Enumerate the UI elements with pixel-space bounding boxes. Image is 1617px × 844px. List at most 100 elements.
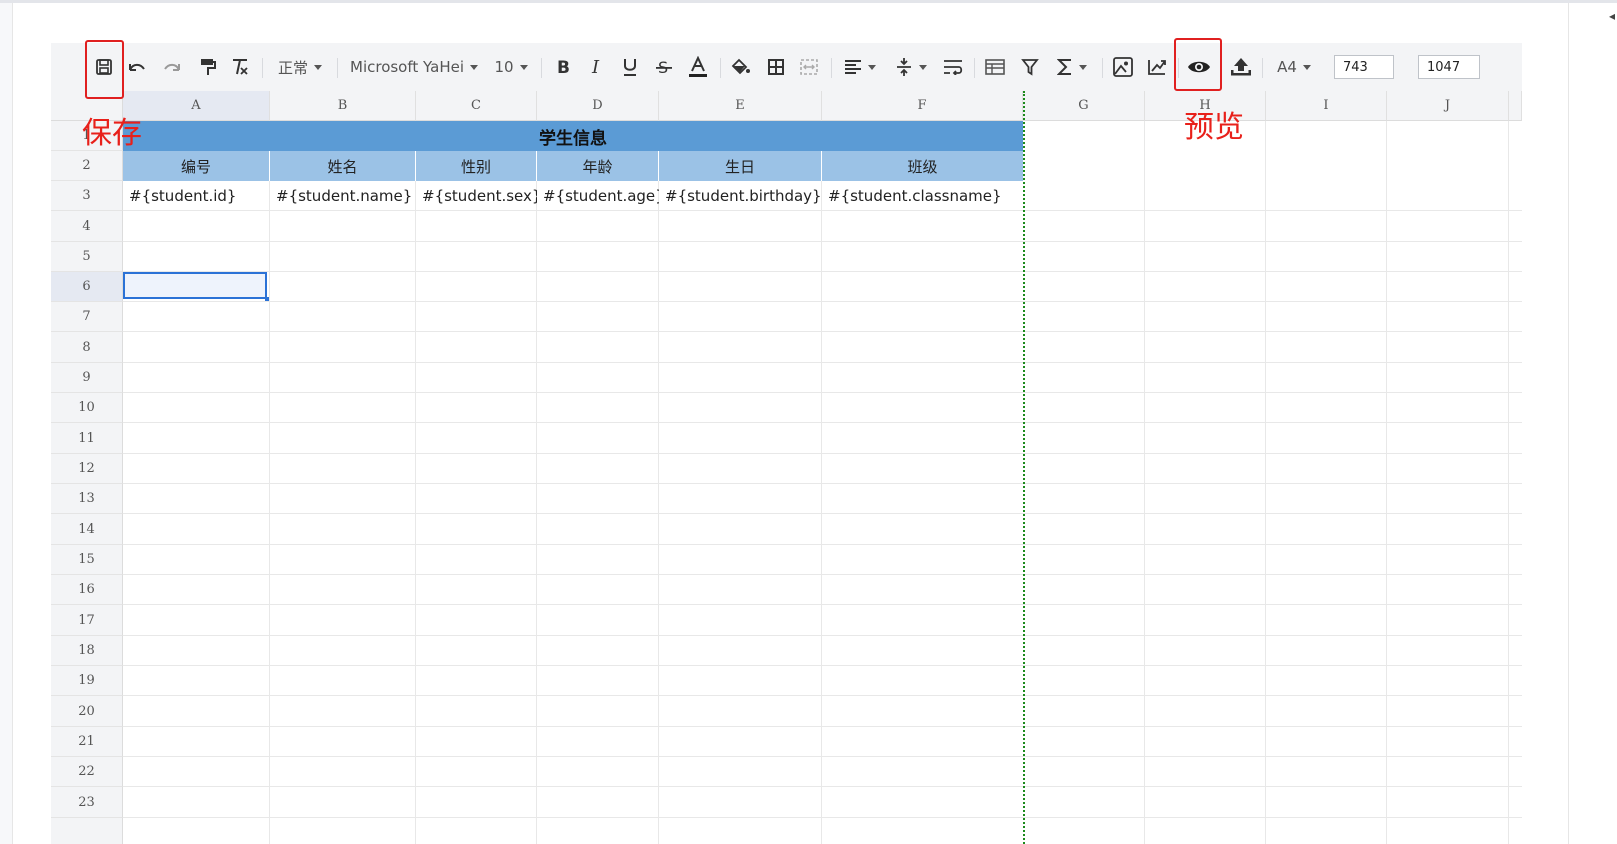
grid-line [123,392,1522,393]
border-icon[interactable] [763,43,789,91]
row-header-8[interactable]: 8 [51,332,123,363]
undo-icon[interactable] [124,43,150,91]
row-header-19[interactable]: 19 [51,666,123,696]
table-icon[interactable] [982,43,1008,91]
row-header-10[interactable]: 10 [51,393,123,423]
toolbar: 正常 Microsoft YaHei 10 B I S [51,43,1522,91]
upload-icon[interactable] [1228,43,1254,91]
separator [1262,58,1263,78]
font-size-label: 10 [494,58,514,76]
field-cell-age[interactable]: #{student.age} [537,181,659,211]
column-header-b[interactable]: B [270,91,416,121]
row-header-22[interactable]: 22 [51,757,123,787]
header-cell-sex[interactable]: 性别 [416,151,537,181]
row-header-16[interactable]: 16 [51,575,123,605]
wrap-text-icon[interactable] [940,43,966,91]
field-cell-name[interactable]: #{student.name} [270,181,416,211]
separator [337,58,338,78]
underline-icon[interactable] [617,43,643,91]
row-header-21[interactable]: 21 [51,727,123,757]
italic-icon[interactable]: I [584,43,610,91]
right-side-panel [1568,3,1617,844]
fill-handle[interactable] [265,297,269,301]
save-highlight-box [85,40,124,99]
column-header-c[interactable]: C [416,91,537,121]
image-icon[interactable] [1110,43,1136,91]
column-header-k[interactable] [1509,91,1522,121]
svg-text:B: B [557,58,570,76]
grid-line [123,574,1522,575]
field-cell-id[interactable]: #{student.id} [123,181,270,211]
row-header-4[interactable]: 4 [51,211,123,242]
strikethrough-icon[interactable]: S [651,43,677,91]
row-header-12[interactable]: 12 [51,454,123,484]
format-painter-icon[interactable] [194,43,220,91]
header-cell-age[interactable]: 年龄 [537,151,659,181]
row-header-15[interactable]: 15 [51,545,123,575]
row-header-24[interactable] [51,818,123,844]
sum-icon[interactable] [1051,43,1093,91]
font-select[interactable]: Microsoft YaHei [347,43,481,91]
row-header-9[interactable]: 9 [51,363,123,393]
column-header-f[interactable]: F [822,91,1023,121]
row-header-3[interactable]: 3 [51,181,123,211]
grid-line [123,483,1522,484]
paper-size-select[interactable]: A4 [1271,43,1317,91]
row-header-2[interactable]: 2 [51,151,123,181]
field-cell-birthday[interactable]: #{student.birthday} [659,181,822,211]
grid-line [123,301,1522,302]
grid-line [123,604,1522,605]
column-header-a[interactable]: A [123,91,270,121]
filter-icon[interactable] [1017,43,1043,91]
column-header-j[interactable]: J [1387,91,1509,121]
font-size-select[interactable]: 10 [491,43,531,91]
row-header-20[interactable]: 20 [51,696,123,727]
grid-line [123,544,1522,545]
fill-color-icon[interactable] [728,43,754,91]
column-header-i[interactable]: I [1266,91,1387,121]
clear-format-icon[interactable] [227,43,253,91]
separator [974,58,975,78]
column-header-d[interactable]: D [537,91,659,121]
save-annotation: 保存 [82,116,142,151]
page-height-input[interactable] [1418,55,1480,79]
sheet-title-cell[interactable]: 学生信息 [123,121,1023,151]
svg-text:I: I [591,58,600,76]
preview-annotation: 预览 [1184,110,1244,145]
column-header-g[interactable]: G [1023,91,1145,121]
grid-line [123,756,1522,757]
chart-icon[interactable] [1144,43,1170,91]
align-icon[interactable] [840,43,880,91]
grid-line [123,331,1522,332]
row-header-7[interactable]: 7 [51,302,123,332]
field-cell-sex[interactable]: #{student.sex} [416,181,537,211]
row-header-18[interactable]: 18 [51,636,123,666]
column-header-e[interactable]: E [659,91,822,121]
bold-icon[interactable]: B [550,43,576,91]
separator [1102,58,1103,78]
redo-icon[interactable] [159,43,185,91]
selected-cell[interactable] [123,272,267,299]
page-width-input[interactable] [1334,55,1394,79]
vertical-align-icon[interactable] [891,43,931,91]
row-header-6[interactable]: 6 [51,272,123,302]
chevron-down-icon [868,64,876,70]
row-header-5[interactable]: 5 [51,242,123,272]
text-color-icon[interactable] [685,43,711,91]
header-cell-class[interactable]: 班级 [822,151,1023,181]
collapse-arrow-icon[interactable]: ◂ [1609,10,1615,22]
row-header-13[interactable]: 13 [51,484,123,514]
row-header-17[interactable]: 17 [51,605,123,636]
row-header-11[interactable]: 11 [51,423,123,454]
grid-line [123,726,1522,727]
row-header-23[interactable]: 23 [51,787,123,818]
header-cell-name[interactable]: 姓名 [270,151,416,181]
row-header-14[interactable]: 14 [51,514,123,545]
grid-line [123,513,1522,514]
chevron-down-icon [314,64,322,70]
header-cell-id[interactable]: 编号 [123,151,270,181]
field-cell-classname[interactable]: #{student.classname} [822,181,1023,211]
header-cell-birthday[interactable]: 生日 [659,151,822,181]
style-select[interactable]: 正常 [272,43,328,91]
merge-cells-icon[interactable] [796,43,822,91]
